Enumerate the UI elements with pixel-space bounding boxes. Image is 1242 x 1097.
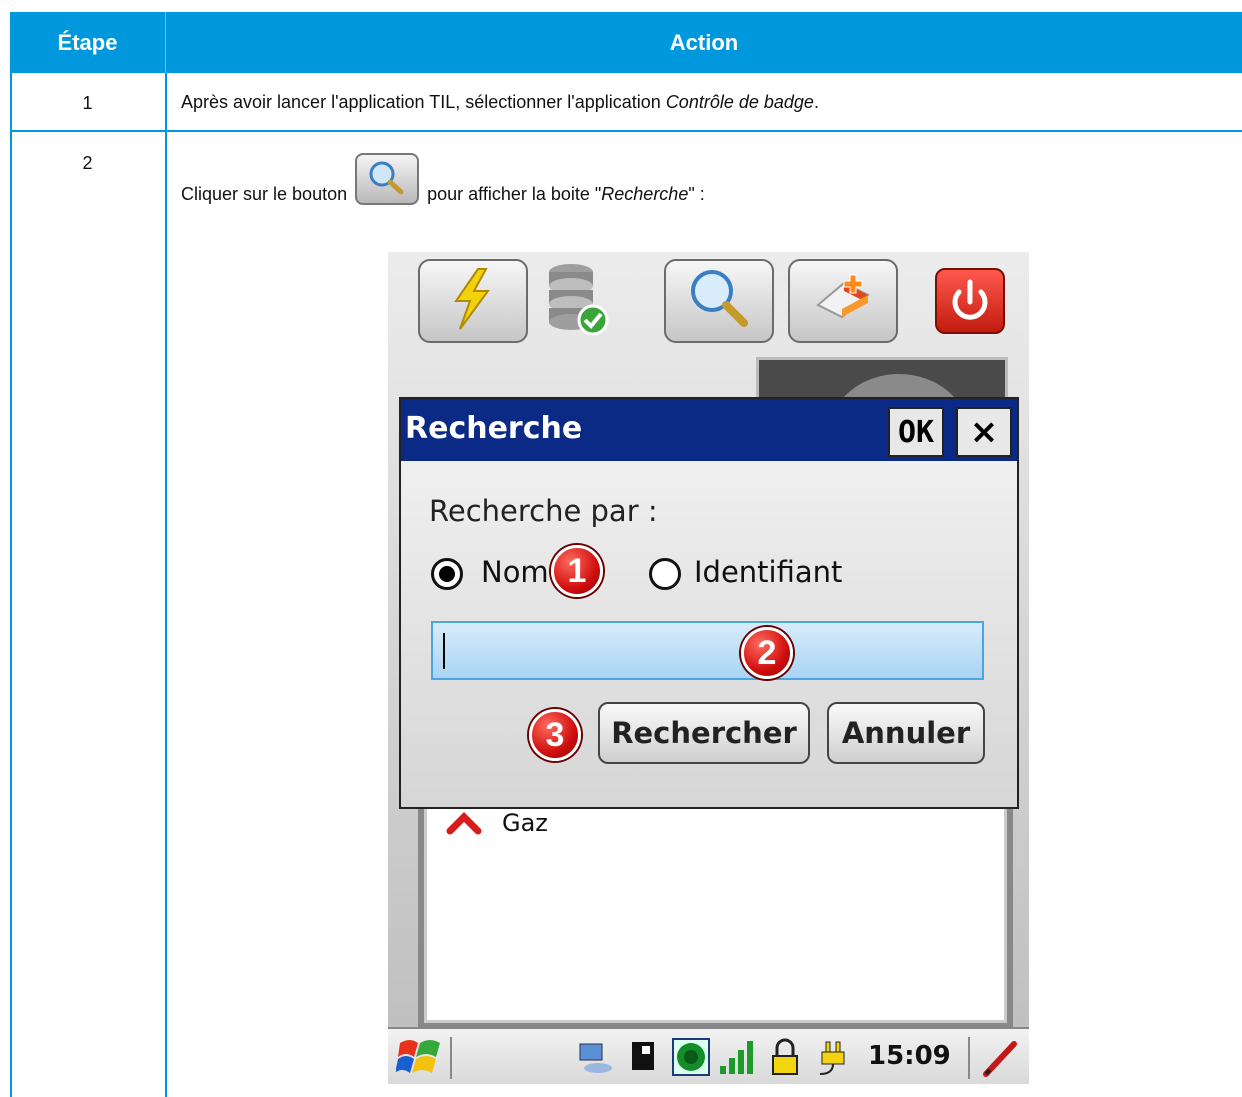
step-2-dialog-name: Recherche [601, 183, 689, 204]
step-1-app-name: Contrôle de badge [665, 92, 814, 112]
dialog-title: Recherche [405, 411, 583, 446]
cancel-button[interactable]: Annuler [827, 702, 985, 764]
clock[interactable]: 15:09 [868, 1041, 951, 1071]
step-1-text-after: . [813, 92, 819, 112]
step-1-text: Après avoir lancer l'application TIL, sé… [181, 92, 819, 113]
search-button[interactable] [664, 259, 774, 343]
search-submit-button[interactable]: Rechercher [598, 702, 810, 764]
text-caret [443, 633, 445, 669]
eraser-icon [816, 274, 870, 319]
step-2-text-before: Cliquer sur le bouton [181, 183, 348, 204]
result-list[interactable]: Gaz [418, 797, 1013, 1029]
taskbar-separator [968, 1037, 970, 1079]
list-item[interactable]: Gaz [446, 809, 548, 837]
step-2-text-after: " : [688, 183, 705, 204]
taskbar: 15:09 [388, 1027, 1029, 1084]
step-number-2: 2 [82, 153, 93, 173]
wifi-radar-icon[interactable] [672, 1038, 710, 1076]
table-header: Étape Action [10, 12, 1242, 73]
callout-badge-2: 2 [741, 627, 793, 679]
search-input[interactable] [431, 621, 984, 680]
radio-identifier-label[interactable]: Identifiant [694, 555, 842, 589]
radio-name-label[interactable]: Nom [481, 555, 549, 589]
ok-button[interactable]: OK [888, 407, 944, 457]
step-1-text-before: Après avoir lancer l'application TIL, sé… [181, 92, 666, 112]
step-number-1: 1 [82, 93, 93, 113]
sync-icon[interactable] [576, 1038, 614, 1076]
flash-icon [454, 268, 490, 330]
eraser-button[interactable] [788, 259, 898, 343]
database-check-icon [549, 264, 609, 336]
close-button[interactable]: × [956, 407, 1012, 457]
search-dialog: Recherche OK × Recherche par : Nom Ident… [399, 397, 1019, 809]
header-action: Action [165, 12, 1242, 73]
step-2-text-middle: pour afficher la boite " [427, 183, 602, 204]
callout-badge-3: 3 [529, 709, 581, 761]
power-plug-icon[interactable] [814, 1038, 852, 1078]
signal-strength-icon[interactable] [718, 1038, 758, 1076]
radio-name[interactable] [431, 558, 463, 590]
search-by-label: Recherche par : [429, 494, 658, 528]
table-row-divider [10, 130, 1242, 132]
power-icon [952, 279, 988, 320]
chevron-up-red-icon [446, 812, 482, 835]
power-button[interactable] [935, 268, 1005, 334]
table-border-left [10, 73, 12, 1097]
search-icon [691, 270, 748, 327]
callout-badge-1: 1 [551, 545, 603, 597]
taskbar-separator [450, 1037, 452, 1079]
dialog-title-bar: Recherche OK × [401, 399, 1017, 461]
device-screenshot: Gaz Recherche OK × Recherche par : Nom I… [388, 252, 1029, 1084]
flash-button[interactable] [418, 259, 528, 343]
inline-search-button-icon [355, 153, 420, 205]
list-item-label: Gaz [502, 809, 548, 837]
header-step: Étape [57, 29, 118, 55]
sd-card-icon[interactable] [628, 1038, 658, 1076]
step-2-text: Cliquer sur le bouton pour afficher la b… [181, 153, 705, 205]
input-pen-icon[interactable] [980, 1038, 1020, 1078]
windows-start-icon[interactable] [396, 1035, 444, 1079]
table-border-column [165, 73, 167, 1097]
lock-icon[interactable] [768, 1038, 802, 1078]
radio-identifier[interactable] [649, 558, 681, 590]
